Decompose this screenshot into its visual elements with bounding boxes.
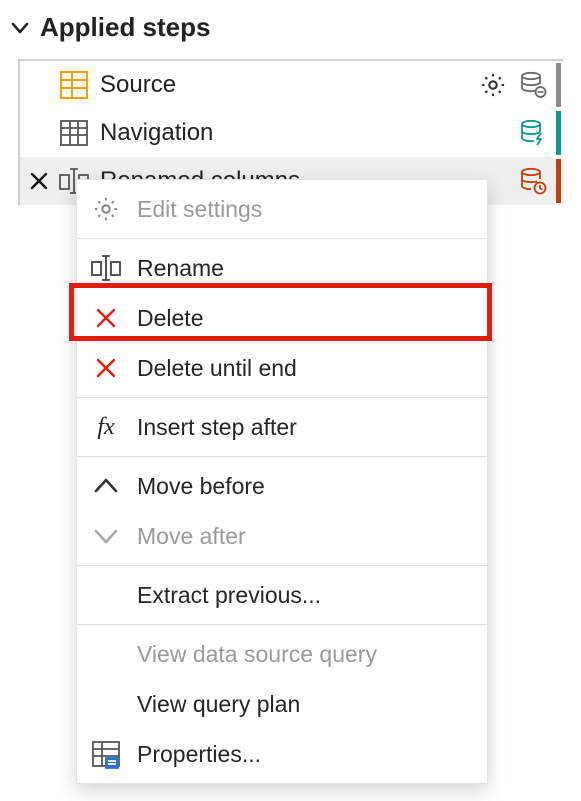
ctx-label: Properties... [137,741,261,768]
ctx-insert-step-after[interactable]: fx Insert step after [77,402,487,452]
applied-steps-header[interactable]: Applied steps [0,0,581,53]
status-stripe [556,63,561,107]
ctx-label: Delete until end [137,355,297,382]
separator [77,238,487,239]
table-icon [58,117,90,149]
ctx-label: Extract previous... [137,582,321,609]
gear-icon[interactable] [476,68,510,102]
chevron-down-icon [10,18,30,38]
ctx-label: Move after [137,523,246,550]
ctx-label: Rename [137,255,224,282]
rename-icon [89,251,123,285]
ctx-label: View query plan [137,691,300,718]
gear-icon [89,192,123,226]
close-icon [89,301,123,335]
blank-icon [89,687,123,721]
ctx-label: Delete [137,305,203,332]
separator [77,565,487,566]
context-menu: Edit settings Rename Delete Delete un [76,179,488,784]
chevron-up-icon [89,469,123,503]
step-actions [476,63,563,107]
ctx-properties[interactable]: Properties... [77,729,487,779]
ctx-delete[interactable]: Delete [77,293,487,343]
step-row[interactable]: Navigation [20,109,563,157]
separator [77,397,487,398]
separator [77,624,487,625]
ctx-label: View data source query [137,641,377,668]
close-icon [89,351,123,385]
step-actions [516,111,563,155]
properties-icon [89,737,123,771]
ctx-edit-settings: Edit settings [77,184,487,234]
blank-icon [89,578,123,612]
chevron-down-icon [89,519,123,553]
step-row[interactable]: Source [20,61,563,109]
ctx-move-before[interactable]: Move before [77,461,487,511]
status-stripe [556,111,561,155]
ctx-delete-until-end[interactable]: Delete until end [77,343,487,393]
status-stripe [556,159,561,203]
ctx-extract-previous[interactable]: Extract previous... [77,570,487,620]
delete-step-icon[interactable] [24,170,54,192]
step-label: Source [100,71,476,99]
fx-icon: fx [89,410,123,444]
step-actions [516,159,563,203]
ctx-label: Insert step after [137,414,297,441]
step-label: Navigation [100,119,516,147]
table-source-icon [58,69,90,101]
blank-icon [89,637,123,671]
ctx-rename[interactable]: Rename [77,243,487,293]
database-lightning-icon[interactable] [516,116,550,150]
applied-steps-title: Applied steps [40,12,210,43]
ctx-view-data-source-query: View data source query [77,629,487,679]
ctx-label: Move before [137,473,265,500]
ctx-label: Edit settings [137,196,262,223]
ctx-view-query-plan[interactable]: View query plan [77,679,487,729]
database-minus-icon[interactable] [516,68,550,102]
database-clock-icon[interactable] [516,164,550,198]
ctx-move-after: Move after [77,511,487,561]
separator [77,456,487,457]
